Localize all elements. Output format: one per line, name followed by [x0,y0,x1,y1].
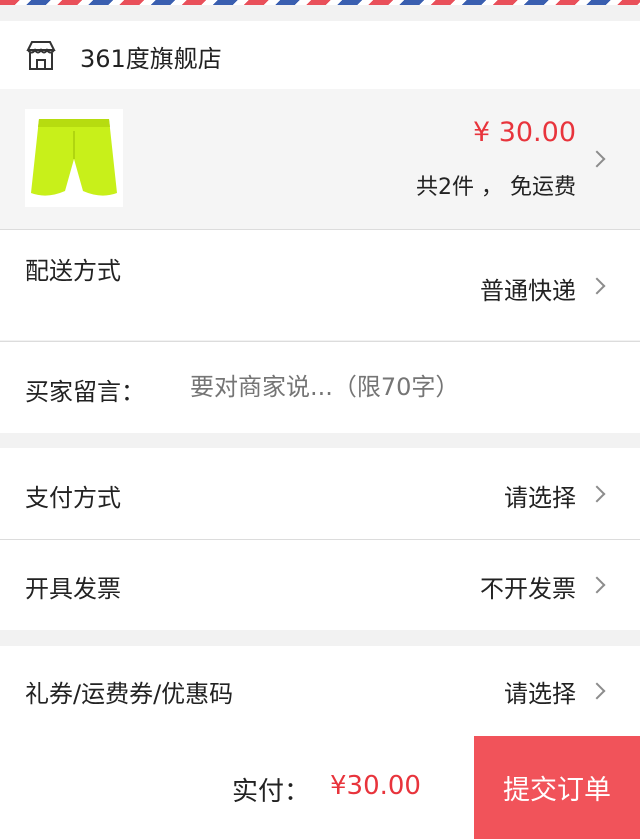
chevron-right-icon [588,150,606,168]
store-icon [24,38,58,72]
payment-value: 请选择 [504,484,576,512]
delivery-label: 配送方式 [25,257,121,285]
message-row: 买家留言： [0,342,640,433]
chevron-right-icon [588,485,606,503]
chevron-right-icon [588,576,606,594]
coupon-value: 请选择 [504,680,576,708]
invoice-row[interactable]: 开具发票 不开发票 [0,540,640,630]
delivery-row[interactable]: 配送方式 普通快递 [0,230,640,340]
product-row[interactable]: ¥ 30.00 共2件 ， 免运费 [0,89,640,229]
message-label: 买家留言： [25,378,145,406]
payment-row[interactable]: 支付方式 请选择 [0,448,640,539]
airmail-border [0,0,640,5]
invoice-value: 不开发票 [480,575,576,603]
product-price: ¥ 30.00 [472,117,576,148]
product-thumbnail [25,109,123,207]
green-shorts-image [31,119,117,196]
store-header[interactable]: 361度旗舰店 [0,21,640,89]
chevron-right-icon [588,277,606,295]
submit-order-button[interactable]: 提交订单 [474,736,640,839]
coupon-row[interactable]: 礼券/运费券/优惠码 请选择 [0,646,640,736]
invoice-label: 开具发票 [25,575,121,603]
coupon-label: 礼券/运费券/优惠码 [25,680,234,708]
chevron-right-icon [588,682,606,700]
product-summary: 共2件 ， 免运费 [416,175,576,200]
payment-label: 支付方式 [25,484,121,512]
checkout-bar: 实付： ¥30.00 提交订单 [0,736,640,839]
store-name: 361度旗舰店 [80,45,222,73]
total-value: ¥30.00 [330,771,421,801]
delivery-value: 普通快递 [480,277,576,305]
total-label: 实付： [232,777,311,807]
message-input[interactable] [190,369,610,405]
